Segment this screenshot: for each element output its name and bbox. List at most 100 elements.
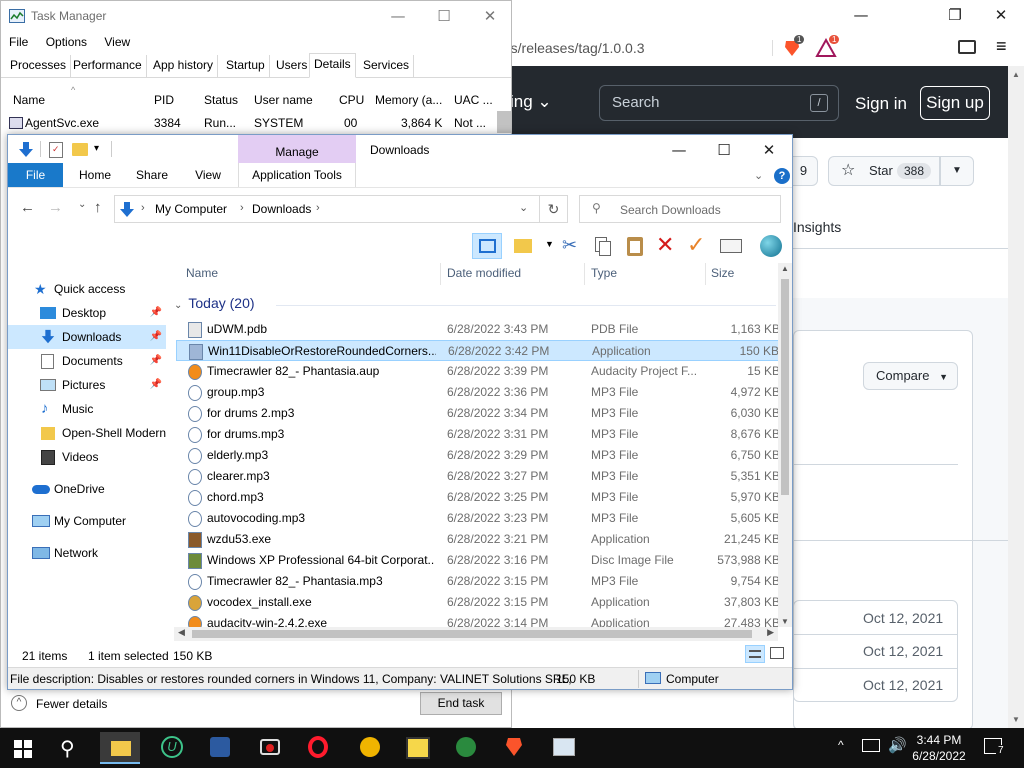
winrar-taskbar-icon[interactable] [398,732,438,764]
header-nav-partial[interactable]: ing ⌄ [510,92,552,112]
file-row[interactable]: wzdu53.exe 6/28/2022 3:21 PM Application 21… [176,529,780,550]
file-type: PDB File [591,322,639,336]
h-scrollbar-thumb[interactable] [192,630,752,638]
file-row[interactable]: Timecrawler 82_- Phantasia.mp3 6/28/2022 … [176,571,780,592]
col-memory[interactable]: Memory (a... [375,93,442,107]
opera-taskbar-icon[interactable] [298,732,338,764]
large-icons-view-button[interactable] [770,647,784,659]
file-date: 6/28/2022 3:25 PM [447,490,549,504]
tab-services[interactable]: Services [359,55,415,77]
powershell-taskbar-icon[interactable] [200,732,240,764]
file-row[interactable]: chord.mp3 6/28/2022 3:25 PM MP3 File 5,970 … [176,487,780,508]
col-cpu[interactable]: CPU [339,93,364,107]
process-pid: 3384 [154,116,181,130]
bat-badge: 1 [829,35,840,44]
keepass-taskbar-icon[interactable] [350,732,390,764]
watch-count[interactable]: 9 [790,156,818,186]
brave-taskbar-icon[interactable] [494,732,534,764]
tm-menu-options[interactable]: Options [46,35,87,49]
tab-app-history[interactable]: App history [149,55,219,77]
fewer-details-icon[interactable]: ^ [11,695,27,711]
tab-details[interactable]: Details [309,53,356,78]
file-row[interactable]: group.mp3 6/28/2022 3:36 PM MP3 File 4,972 … [176,382,780,403]
col-status[interactable]: Status [204,93,238,107]
star-dropdown[interactable]: ▼ [940,156,974,186]
sign-up-button[interactable]: Sign up [920,86,990,120]
explorer-taskbar-icon[interactable] [100,732,140,764]
browser-close-button[interactable]: ✕ [978,0,1024,30]
file-row[interactable]: elderly.mp3 6/28/2022 3:29 PM MP3 File 6,75… [176,445,780,466]
file-size: 37,803 KB [723,595,780,609]
file-row[interactable]: Windows XP Professional 64-bit Corporat.… [176,550,780,571]
star-button[interactable]: ☆ Star 388 [828,156,940,186]
file-date: 6/28/2022 3:15 PM [447,595,549,609]
task-manager-taskbar-icon[interactable] [544,732,584,764]
start-button[interactable] [14,740,32,758]
tm-menu-file[interactable]: File [9,35,28,49]
file-row[interactable]: for drums.mp3 6/28/2022 3:31 PM MP3 File 8,… [176,424,780,445]
end-task-button[interactable]: End task [420,692,502,715]
taskbar-date[interactable]: 6/28/2022 [908,749,970,763]
browser-restore-button[interactable]: ❐ [932,0,978,30]
recorder-taskbar-icon[interactable] [250,732,290,764]
volume-tray-icon[interactable]: 🔊 [888,736,907,754]
menu-icon[interactable]: ≡ [996,36,1007,57]
file-row[interactable]: Timecrawler 82_- Phantasia.aup 6/28/2022 … [176,361,780,382]
fewer-details-link[interactable]: Fewer details [36,697,107,711]
scrollbar-thumb[interactable] [781,279,789,495]
mp3-icon [188,406,202,422]
tm-close-button[interactable]: ✕ [467,1,513,31]
brave-shield-icon[interactable]: 1 [782,35,805,58]
file-type: Application [591,595,650,609]
file-size: 5,351 KB [730,469,780,483]
sign-in-link[interactable]: Sign in [855,94,907,114]
taskbar: ⚲ U ^ 🔊 3:44 PM 6/28/2022 7 [0,728,1024,768]
file-row[interactable]: Win11DisableOrRestoreRoundedCorners.... 6… [176,340,780,361]
file-size: 150 KB [739,344,779,358]
file-size: 8,676 KB [730,427,780,441]
compare-button[interactable]: Compare ▼ [863,362,958,390]
file-row[interactable]: vocodex_install.exe 6/28/2022 3:15 PM Appl… [176,592,780,613]
details-view-button[interactable] [745,645,765,663]
browser-scrollbar[interactable]: ▲ ▼ [1008,66,1024,728]
tab-users[interactable]: Users [272,55,313,77]
tm-maximize-button[interactable]: ☐ [421,1,467,31]
mp3-icon [188,448,202,464]
file-name: vocodex_install.exe [207,595,312,609]
file-name: wzdu53.exe [207,532,272,546]
browser-minimize-button[interactable]: — [838,0,884,30]
col-uac[interactable]: UAC ... [454,93,493,107]
tab-processes[interactable]: Processes [6,55,72,77]
process-name[interactable]: AgentSvc.exe [25,116,99,130]
github-search-input[interactable]: Search / [599,85,839,121]
show-hidden-icons[interactable]: ^ [838,738,844,752]
tab-insights[interactable]: Insights [793,219,841,235]
bat-rewards-icon[interactable]: 1 [815,35,840,58]
tm-minimize-button[interactable]: — [375,1,421,31]
col-name[interactable]: Name [13,93,45,107]
file-row[interactable]: clearer.mp3 6/28/2022 3:27 PM MP3 File 5,35… [176,466,780,487]
asset-date: Oct 12, 2021 [863,643,944,659]
taskbar-time[interactable]: 3:44 PM [908,733,970,747]
file-list-scrollbar[interactable]: ▲ ▼ [778,263,792,627]
globe-taskbar-icon[interactable] [446,732,486,764]
file-row[interactable]: for drums 2.mp3 6/28/2022 3:34 PM MP3 File… [176,403,780,424]
search-taskbar-icon[interactable]: ⚲ [60,736,75,761]
file-row[interactable]: autovocoding.mp3 6/28/2022 3:23 PM MP3 Fil… [176,508,780,529]
col-pid[interactable]: PID [154,93,174,107]
horizontal-scrollbar[interactable]: ◀ ▶ [174,627,778,641]
tm-scrollbar[interactable] [497,111,511,133]
network-tray-icon[interactable] [862,739,880,752]
tab-startup[interactable]: Startup [222,55,270,77]
file-name: Windows XP Professional 64-bit Corporat.… [207,553,435,567]
address-bar[interactable]: rs/releases/tag/1.0.0.3 [506,34,764,62]
tab-performance[interactable]: Performance [69,55,147,77]
wallet-icon[interactable] [958,40,976,54]
file-row[interactable]: uDWM.pdb 6/28/2022 3:43 PM PDB File 1,163 K… [176,319,780,340]
file-description: File description: Disables or restores r… [10,672,572,686]
app-u-taskbar-icon[interactable]: U [152,732,192,764]
tm-menu-view[interactable]: View [104,35,130,49]
file-list: uDWM.pdb 6/28/2022 3:43 PM PDB File 1,163 K… [8,135,792,629]
file-type: MP3 File [591,427,639,441]
col-username[interactable]: User name [254,93,313,107]
